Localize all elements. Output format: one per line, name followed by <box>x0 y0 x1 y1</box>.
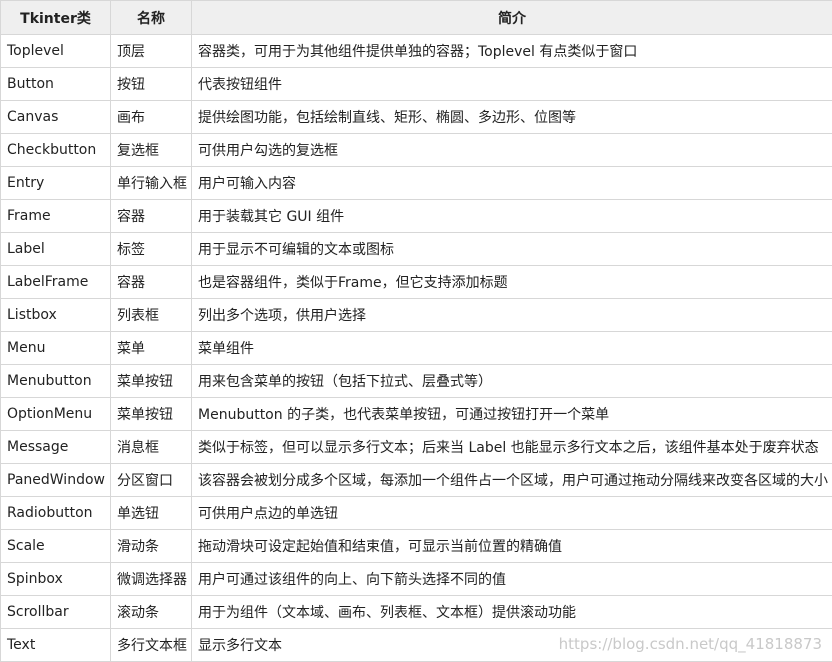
cell-description: 也是容器组件，类似于Frame，但它支持添加标题 <box>192 266 832 299</box>
cell-class: Listbox <box>1 299 111 332</box>
cell-description: 拖动滑块可设定起始值和结束值，可显示当前位置的精确值 <box>192 530 832 563</box>
table-row: Menu菜单菜单组件 <box>1 332 832 365</box>
cell-name: 容器 <box>111 200 192 233</box>
cell-class: Scale <box>1 530 111 563</box>
table-row: Listbox列表框列出多个选项，供用户选择 <box>1 299 832 332</box>
cell-class: PanedWindow <box>1 464 111 497</box>
cell-description: 列出多个选项，供用户选择 <box>192 299 832 332</box>
cell-name: 微调选择器 <box>111 563 192 596</box>
cell-description: Menubutton 的子类，也代表菜单按钮，可通过按钮打开一个菜单 <box>192 398 832 431</box>
cell-name: 画布 <box>111 101 192 134</box>
cell-class: Spinbox <box>1 563 111 596</box>
cell-description: 可供用户点边的单选钮 <box>192 497 832 530</box>
table-row: Checkbutton复选框可供用户勾选的复选框 <box>1 134 832 167</box>
header-row: Tkinter类 名称 简介 <box>1 1 832 35</box>
cell-class: Menubutton <box>1 365 111 398</box>
cell-class: Message <box>1 431 111 464</box>
cell-name: 菜单按钮 <box>111 365 192 398</box>
cell-name: 单行输入框 <box>111 167 192 200</box>
cell-description: 用户可通过该组件的向上、向下箭头选择不同的值 <box>192 563 832 596</box>
table-row: Frame容器用于装载其它 GUI 组件 <box>1 200 832 233</box>
table-row: Toplevel顶层容器类，可用于为其他组件提供单独的容器；Toplevel 有… <box>1 35 832 68</box>
cell-description: 用于为组件（文本域、画布、列表框、文本框）提供滚动功能 <box>192 596 832 629</box>
cell-description: 用来包含菜单的按钮（包括下拉式、层叠式等） <box>192 365 832 398</box>
cell-name: 单选钮 <box>111 497 192 530</box>
cell-description: 类似于标签，但可以显示多行文本；后来当 Label 也能显示多行文本之后，该组件… <box>192 431 832 464</box>
cell-description: 代表按钮组件 <box>192 68 832 101</box>
cell-name: 消息框 <box>111 431 192 464</box>
header-name: 名称 <box>111 1 192 35</box>
cell-class: Menu <box>1 332 111 365</box>
cell-class: Frame <box>1 200 111 233</box>
table-row: Scrollbar滚动条用于为组件（文本域、画布、列表框、文本框）提供滚动功能 <box>1 596 832 629</box>
table-row: LabelFrame容器也是容器组件，类似于Frame，但它支持添加标题 <box>1 266 832 299</box>
cell-description: 可供用户勾选的复选框 <box>192 134 832 167</box>
cell-class: Radiobutton <box>1 497 111 530</box>
cell-name: 分区窗口 <box>111 464 192 497</box>
cell-description: 用于显示不可编辑的文本或图标 <box>192 233 832 266</box>
cell-class: Canvas <box>1 101 111 134</box>
table-row: OptionMenu菜单按钮Menubutton 的子类，也代表菜单按钮，可通过… <box>1 398 832 431</box>
cell-description: 容器类，可用于为其他组件提供单独的容器；Toplevel 有点类似于窗口 <box>192 35 832 68</box>
cell-description: 该容器会被划分成多个区域，每添加一个组件占一个区域，用户可通过拖动分隔线来改变各… <box>192 464 832 497</box>
cell-description: 提供绘图功能，包括绘制直线、矩形、椭圆、多边形、位图等 <box>192 101 832 134</box>
cell-description: 用户可输入内容 <box>192 167 832 200</box>
cell-class: OptionMenu <box>1 398 111 431</box>
tkinter-widgets-table: Tkinter类 名称 简介 Toplevel顶层容器类，可用于为其他组件提供单… <box>0 0 832 662</box>
cell-name: 按钮 <box>111 68 192 101</box>
cell-name: 顶层 <box>111 35 192 68</box>
table-row: Message消息框类似于标签，但可以显示多行文本；后来当 Label 也能显示… <box>1 431 832 464</box>
cell-class: Checkbutton <box>1 134 111 167</box>
cell-description: 菜单组件 <box>192 332 832 365</box>
table-row: Spinbox微调选择器用户可通过该组件的向上、向下箭头选择不同的值 <box>1 563 832 596</box>
cell-class: Scrollbar <box>1 596 111 629</box>
cell-class: Label <box>1 233 111 266</box>
cell-class: Toplevel <box>1 35 111 68</box>
table-row: Entry单行输入框用户可输入内容 <box>1 167 832 200</box>
cell-name: 菜单 <box>111 332 192 365</box>
cell-name: 滑动条 <box>111 530 192 563</box>
table-row: Menubutton菜单按钮用来包含菜单的按钮（包括下拉式、层叠式等） <box>1 365 832 398</box>
table-row: PanedWindow分区窗口该容器会被划分成多个区域，每添加一个组件占一个区域… <box>1 464 832 497</box>
header-description: 简介 <box>192 1 832 35</box>
cell-name: 复选框 <box>111 134 192 167</box>
cell-name: 多行文本框 <box>111 629 192 662</box>
table-row: Radiobutton单选钮可供用户点边的单选钮 <box>1 497 832 530</box>
table-row: Label标签用于显示不可编辑的文本或图标 <box>1 233 832 266</box>
table-row: Scale滑动条拖动滑块可设定起始值和结束值，可显示当前位置的精确值 <box>1 530 832 563</box>
cell-name: 标签 <box>111 233 192 266</box>
cell-class: Entry <box>1 167 111 200</box>
table-header: Tkinter类 名称 简介 <box>1 1 832 35</box>
cell-description: 用于装载其它 GUI 组件 <box>192 200 832 233</box>
cell-class: Text <box>1 629 111 662</box>
cell-class: LabelFrame <box>1 266 111 299</box>
cell-class: Button <box>1 68 111 101</box>
cell-name: 容器 <box>111 266 192 299</box>
table-row: Canvas画布提供绘图功能，包括绘制直线、矩形、椭圆、多边形、位图等 <box>1 101 832 134</box>
header-class: Tkinter类 <box>1 1 111 35</box>
table-row: Button按钮代表按钮组件 <box>1 68 832 101</box>
cell-name: 列表框 <box>111 299 192 332</box>
table-body: Toplevel顶层容器类，可用于为其他组件提供单独的容器；Toplevel 有… <box>1 35 832 662</box>
cell-name: 菜单按钮 <box>111 398 192 431</box>
watermark-url: https://blog.csdn.net/qq_41818873 <box>559 635 822 653</box>
cell-name: 滚动条 <box>111 596 192 629</box>
